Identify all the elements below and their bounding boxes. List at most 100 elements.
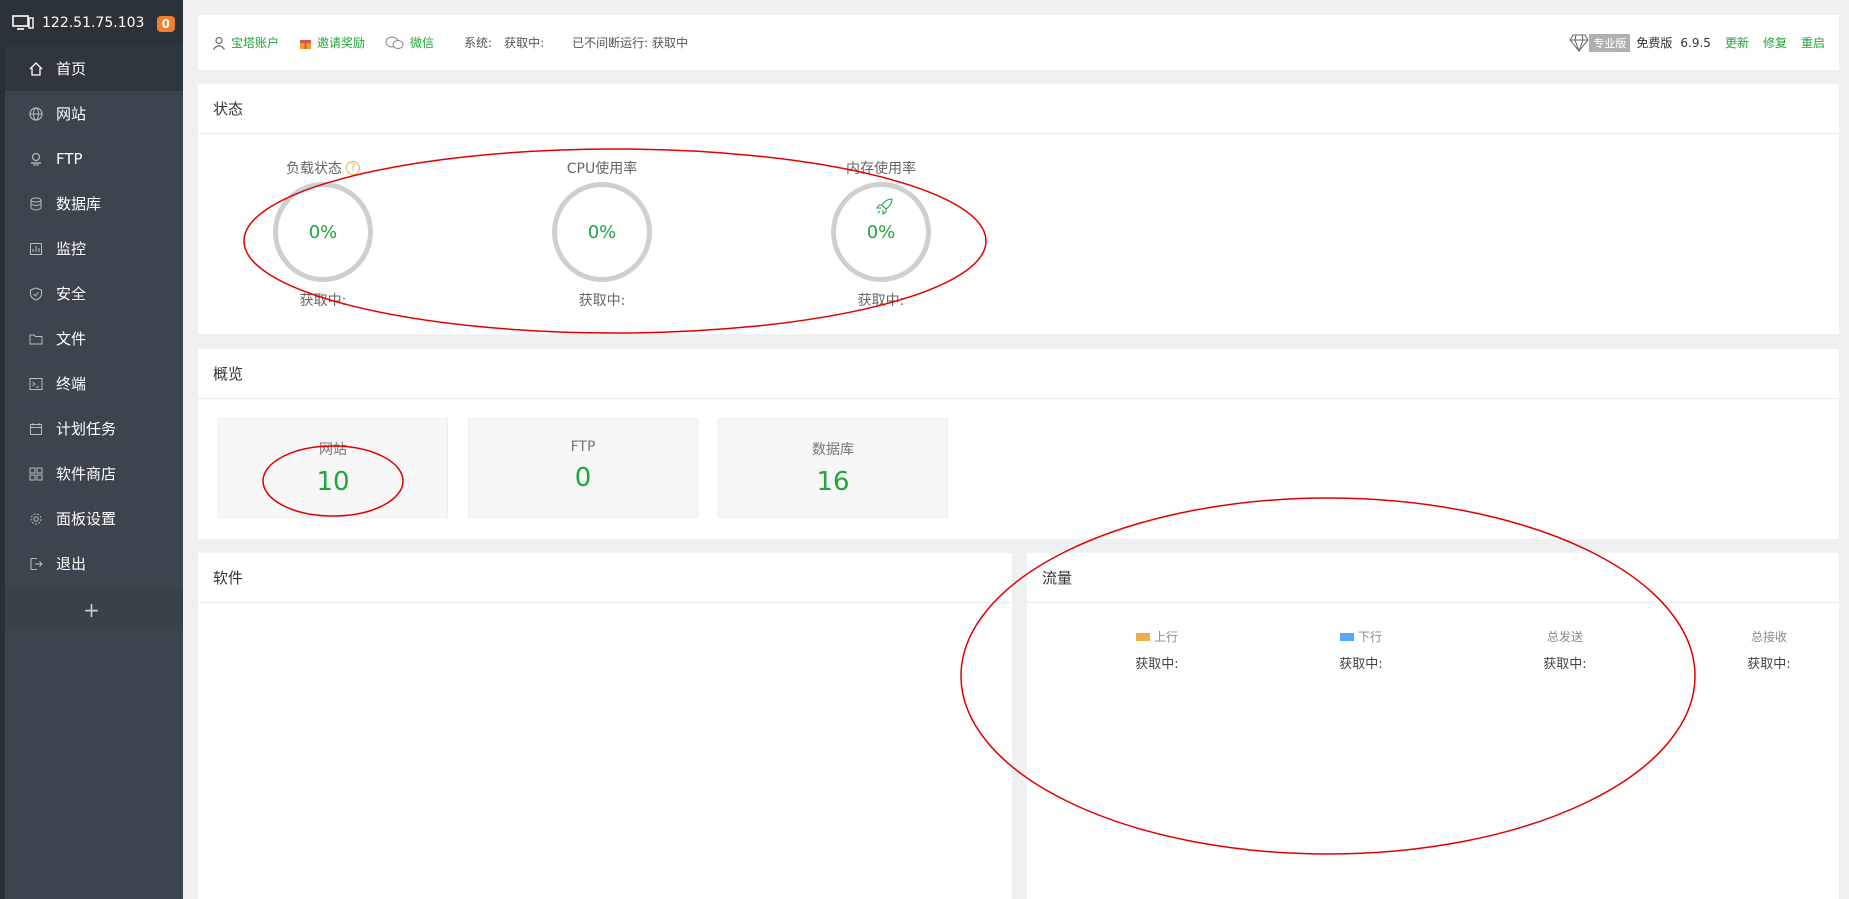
sidebar-item-label: 终端 [56,375,87,393]
traffic-label: 总接收 [1750,630,1787,644]
card-label: 网站 [319,442,347,458]
traffic-label: 总发送 [1546,630,1583,644]
sidebar-item-files[interactable]: 文件 [0,316,183,361]
overview-panel: 概览 网站 10 FTP 0 数据库 16 [198,349,1839,539]
rocket-icon[interactable] [876,197,894,215]
traffic-value: 获取中: [1747,657,1791,672]
restart-link[interactable]: 重启 [1801,34,1825,51]
sidebar-item-logout[interactable]: 退出 [0,541,183,586]
traffic-label-text: 下行 [1357,630,1382,644]
sidebar-item-settings[interactable]: 面板设置 [0,496,183,541]
gauge-value: 0% [866,221,896,243]
traffic-download: 下行 获取中: [1301,628,1421,672]
sidebar-item-label: 数据库 [56,195,102,213]
card-label: 数据库 [812,442,854,458]
invite-link[interactable]: 邀请奖励 [299,34,365,51]
sidebar-item-home[interactable]: 首页 [0,46,183,91]
wechat-label: 微信 [410,36,435,50]
sidebar-item-label: 计划任务 [56,420,117,438]
card-value[interactable]: 0 [469,463,697,493]
gauge-subtext: 获取中: [857,293,905,309]
logout-icon [28,556,44,572]
gauge-circle: 0% [552,182,652,282]
sidebar: 122.51.75.103 0 首页 网站 FTP 数据库 监控 安全 文件 终… [0,0,183,899]
overview-card-website[interactable]: 网站 10 [218,418,448,518]
traffic-label: 上行 [1097,628,1217,645]
overview-card-ftp[interactable]: FTP 0 [468,418,698,518]
sidebar-item-label: 软件商店 [56,465,117,483]
calendar-icon [28,421,44,437]
software-panel: 软件 [198,553,1012,899]
sidebar-item-store[interactable]: 软件商店 [0,451,183,496]
globe-icon [28,106,44,122]
traffic-value: 获取中: [1339,657,1383,672]
sidebar-item-monitor[interactable]: 监控 [0,226,183,271]
system-value: 获取中: [504,36,545,50]
sidebar-item-label: 文件 [56,330,87,348]
overview-card-database[interactable]: 数据库 16 [718,418,948,518]
traffic-value: 获取中: [1135,657,1179,672]
traffic-upload: 上行 获取中: [1097,628,1217,672]
gauge-title: CPU使用率 [566,161,638,177]
sidebar-menu: 首页 网站 FTP 数据库 监控 安全 文件 终端 计划任务 软件商店 面板设置… [0,46,183,586]
memory-gauge[interactable]: 内存使用率 0% 获取中: [811,158,951,310]
gear-icon [28,511,44,527]
sidebar-item-label: 网站 [56,105,87,123]
card-value[interactable]: 10 [219,467,447,497]
ftp-icon [28,151,44,167]
upload-legend-swatch [1135,632,1150,641]
traffic-total-sent: 总发送 获取中: [1505,628,1625,672]
gauge-subtext: 获取中: [578,293,626,309]
sidebar-item-label: 退出 [56,555,87,573]
gauge-title: 内存使用率 [846,161,916,177]
sidebar-item-cron[interactable]: 计划任务 [0,406,183,451]
free-version-label: 免费版 [1636,36,1673,50]
sidebar-item-terminal[interactable]: 终端 [0,361,183,406]
gauge-title: 负载状态? [253,158,393,178]
user-icon [213,36,225,50]
wechat-icon [385,36,404,49]
download-legend-swatch [1339,632,1354,641]
sidebar-item-label: 安全 [56,285,87,303]
load-gauge[interactable]: 负载状态? 0% 获取中: [253,158,393,310]
system-label: 系统: [464,36,493,50]
repair-link[interactable]: 修复 [1763,34,1787,51]
update-link[interactable]: 更新 [1725,34,1749,51]
card-value[interactable]: 16 [719,467,947,497]
sidebar-edge [0,0,5,899]
traffic-value: 获取中: [1543,657,1587,672]
add-menu-button[interactable]: + [0,588,183,630]
cpu-gauge[interactable]: CPU使用率 0% 获取中: [532,158,672,310]
pro-version-button[interactable]: 专业版 [1589,33,1631,52]
account-link[interactable]: 宝塔账户 [212,34,279,51]
sidebar-item-database[interactable]: 数据库 [0,181,183,226]
gauge-title-text: 负载状态 [286,161,342,177]
traffic-label: 下行 [1301,628,1421,645]
status-title: 状态 [198,84,1839,134]
gauge-value: 0% [587,221,617,243]
sidebar-item-label: 首页 [56,60,87,78]
message-badge[interactable]: 0 [156,16,175,32]
traffic-title: 流量 [1027,553,1839,603]
invite-label: 邀请奖励 [317,36,366,50]
terminal-icon [28,376,44,392]
gauge-value: 0% [308,221,338,243]
wechat-link[interactable]: 微信 [385,34,434,51]
help-icon[interactable]: ? [346,161,360,175]
gauge-circle: 0% [273,182,373,282]
account-label: 宝塔账户 [231,36,280,50]
gauge-subtext: 获取中: [299,293,347,309]
apps-icon [28,466,44,482]
uptime-text: 已不间断运行: 获取中 [572,36,688,50]
gauge-circle: 0% [831,182,931,282]
folder-icon [28,331,44,347]
sidebar-item-label: FTP [56,149,83,168]
top-bar: 宝塔账户 邀请奖励 微信 系统: 获取中: 已不间断运行: 获取中 专业版 免费… [198,15,1839,70]
sidebar-item-ftp[interactable]: FTP [0,136,183,181]
sidebar-item-security[interactable]: 安全 [0,271,183,316]
database-icon [28,196,44,212]
sidebar-item-website[interactable]: 网站 [0,91,183,136]
sidebar-item-label: 面板设置 [56,510,117,528]
traffic-label-text: 上行 [1153,630,1178,644]
computer-icon [12,15,34,30]
